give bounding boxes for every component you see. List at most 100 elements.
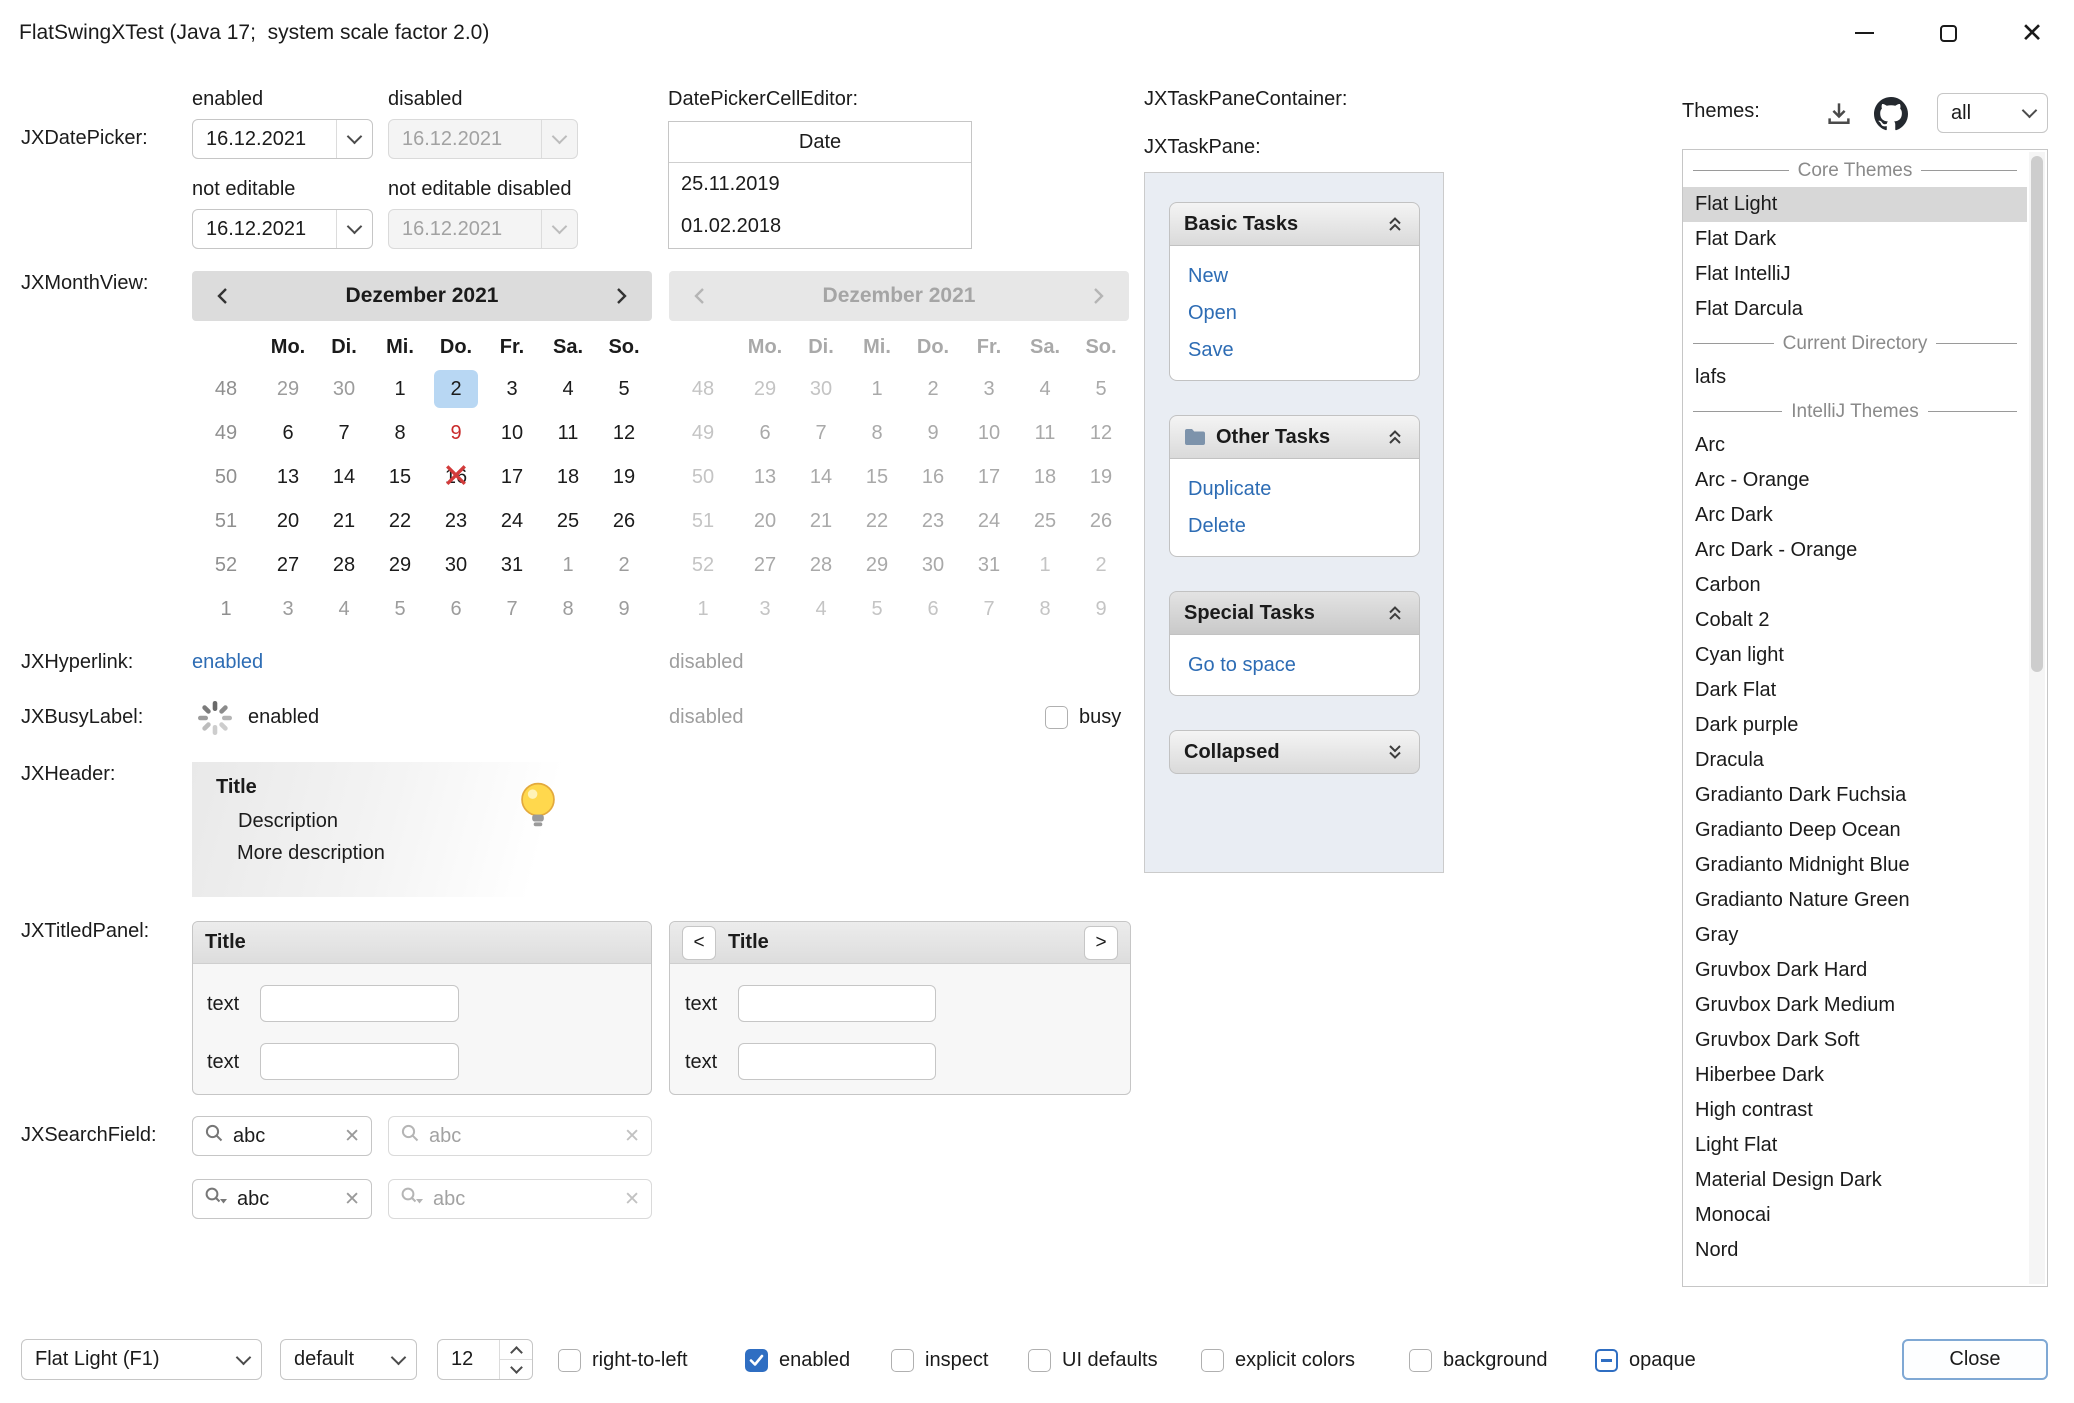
theme-item[interactable]: Gray [1683,918,2027,953]
theme-item[interactable]: Flat Light [1683,187,2027,222]
task-link[interactable]: New [1188,262,1401,290]
calendar-day[interactable]: 10 [484,411,540,455]
checkbox-inspect[interactable]: inspect [891,1347,988,1373]
calendar-day[interactable]: 4 [316,587,372,631]
checkbox-opaque[interactable]: opaque [1595,1347,1696,1373]
calendar-day[interactable]: 24 [484,499,540,543]
theme-item[interactable]: Gradianto Nature Green [1683,883,2027,918]
checkbox-box[interactable] [745,1349,768,1372]
calendar-day[interactable]: 11 [540,411,596,455]
hyperlink-enabled[interactable]: enabled [192,651,263,674]
calendar-day[interactable]: 28 [316,543,372,587]
theme-item[interactable]: Gradianto Deep Ocean [1683,813,2027,848]
calendar-day[interactable]: 12 [596,411,652,455]
table-row[interactable]: 25.11.2019 [669,163,971,205]
calendar-day[interactable]: 23 [428,499,484,543]
calendar-day[interactable]: 16✕ [428,455,484,499]
theme-item[interactable]: Material Design Dark [1683,1163,2027,1198]
theme-item[interactable]: Gradianto Dark Fuchsia [1683,778,2027,813]
table-row[interactable]: 01.02.2018 [669,205,971,247]
theme-item[interactable]: Arc - Orange [1683,463,2027,498]
theme-item[interactable]: Gruvbox Dark Hard [1683,953,2027,988]
theme-item[interactable]: Arc Dark - Orange [1683,533,2027,568]
calendar-day[interactable]: 29 [260,367,316,411]
minimize-button[interactable] [1822,0,1906,66]
theme-item[interactable]: Dark Flat [1683,673,2027,708]
calendar-day[interactable]: 30 [316,367,372,411]
calendar-day[interactable]: 3 [484,367,540,411]
task-link[interactable]: Delete [1188,512,1401,540]
calendar-day[interactable]: 5 [372,587,428,631]
calendar-day[interactable]: 20 [260,499,316,543]
close-button[interactable]: Close [1902,1339,2048,1380]
calendar-day[interactable]: 7 [316,411,372,455]
calendar-day[interactable]: 27 [260,543,316,587]
calendar-day[interactable]: 2 [428,367,484,411]
prev-button[interactable]: < [682,926,716,960]
checkbox-box[interactable] [558,1349,581,1372]
calendar-day[interactable]: 8 [540,587,596,631]
calendar-day[interactable]: 6 [260,411,316,455]
prev-month-button[interactable] [192,285,254,307]
datepicker-not-editable[interactable]: 16.12.2021 [192,209,373,249]
text-input[interactable] [738,1043,936,1080]
calendar-day[interactable]: 31 [484,543,540,587]
task-link[interactable]: Duplicate [1188,475,1401,503]
task-link[interactable]: Go to space [1188,651,1401,679]
theme-item[interactable]: Gradianto Midnight Blue [1683,848,2027,883]
datepicker-dropdown-button[interactable] [336,210,372,248]
calendar-day[interactable]: 1 [540,543,596,587]
busy-checkbox[interactable]: busy [1045,704,1121,730]
calendar-day[interactable]: 9 [596,587,652,631]
search-field[interactable]: abc ✕ [192,1116,372,1156]
maximize-button[interactable] [1906,0,1990,66]
calendar-day[interactable]: 6 [428,587,484,631]
calendar-day[interactable]: 19 [596,455,652,499]
theme-item[interactable]: Cyan light [1683,638,2027,673]
theme-item[interactable]: Dracula [1683,743,2027,778]
theme-item[interactable]: Hiberbee Dark [1683,1058,2027,1093]
calendar-day[interactable]: 13 [260,455,316,499]
text-input[interactable] [738,985,936,1022]
calendar-day[interactable]: 22 [372,499,428,543]
checkbox-UI-defaults[interactable]: UI defaults [1028,1347,1158,1373]
github-button[interactable] [1870,94,1912,134]
theme-item[interactable]: Gruvbox Dark Medium [1683,988,2027,1023]
checkbox-explicit-colors[interactable]: explicit colors [1201,1347,1355,1373]
checkbox-box[interactable] [1201,1349,1224,1372]
calendar-day[interactable]: 26 [596,499,652,543]
theme-item[interactable]: Arc Dark [1683,498,2027,533]
expand-chevrons-icon[interactable] [1385,742,1405,762]
datepicker-dropdown-button[interactable] [336,120,372,158]
task-link[interactable]: Open [1188,299,1401,327]
theme-item[interactable]: Flat Dark [1683,222,2027,257]
themes-filter-combo[interactable]: all [1937,93,2048,133]
calendar-day[interactable]: 3 [260,587,316,631]
theme-item[interactable]: Gruvbox Dark Soft [1683,1023,2027,1058]
collapse-chevrons-icon[interactable] [1385,427,1405,447]
theme-item[interactable]: High contrast [1683,1093,2027,1128]
checkbox-box[interactable] [1028,1349,1051,1372]
scrollbar-thumb[interactable] [2031,156,2043,672]
search-menu-icon[interactable] [204,1186,228,1212]
calendar-day[interactable]: 29 [372,543,428,587]
checkbox-box[interactable] [1409,1349,1432,1372]
scrollbar-track[interactable] [2029,152,2045,1284]
checkbox-background[interactable]: background [1409,1347,1548,1373]
theme-item[interactable]: Flat IntelliJ [1683,257,2027,292]
taskpane-header[interactable]: Basic Tasks [1169,202,1420,246]
theme-item[interactable]: Arc [1683,428,2027,463]
download-themes-button[interactable] [1820,96,1858,132]
calendar-day[interactable]: 9 [428,411,484,455]
theme-item[interactable]: Nord [1683,1233,2027,1268]
collapse-chevrons-icon[interactable] [1385,214,1405,234]
calendar-day[interactable]: 4 [540,367,596,411]
title-bar[interactable]: FlatSwingXTest (Java 17; system scale fa… [0,0,2074,66]
collapse-chevrons-icon[interactable] [1385,603,1405,623]
calendar-day[interactable]: 17 [484,455,540,499]
checkbox-box[interactable] [1595,1349,1618,1372]
calendar-day[interactable]: 14 [316,455,372,499]
calendar-day[interactable]: 21 [316,499,372,543]
next-button[interactable]: > [1084,926,1118,960]
checkbox-right-to-left[interactable]: right-to-left [558,1347,688,1373]
